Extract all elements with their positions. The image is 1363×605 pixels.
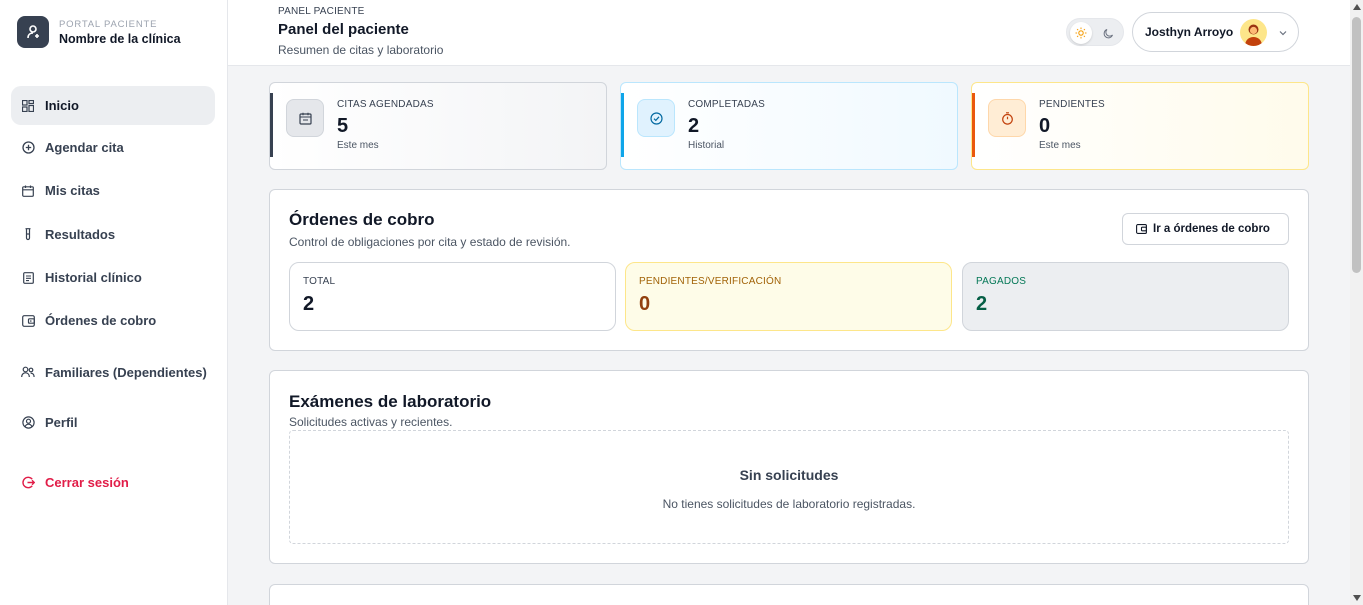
accent-bar: [270, 93, 273, 157]
brand-kicker: PORTAL PACIENTE: [59, 18, 158, 30]
stat-value: 5: [337, 115, 349, 137]
stat-label: CITAS AGENDADAS: [337, 99, 434, 110]
card-value: 0: [639, 293, 651, 315]
sidebar-item-inicio[interactable]: Inicio: [11, 86, 215, 125]
stat-note: Historial: [688, 140, 725, 151]
wallet-icon: [1136, 224, 1147, 234]
logout-label: Cerrar sesión: [45, 475, 129, 490]
lab-title: Exámenes de laboratorio: [289, 392, 492, 411]
sun-icon[interactable]: [1070, 22, 1092, 44]
accent-bar: [972, 93, 975, 157]
plus-circle-icon: [21, 141, 35, 155]
chevron-down-icon: [1278, 25, 1288, 43]
moon-icon[interactable]: [1097, 22, 1119, 44]
sidebar-item-label: Resultados: [45, 227, 116, 242]
stat-card-completadas: COMPLETADAS 2 Historial: [620, 82, 958, 170]
page-subtitle: Resumen de citas y laboratorio: [278, 43, 444, 57]
stat-value: 2: [688, 115, 700, 137]
sidebar-item-resultados[interactable]: Resultados: [11, 215, 215, 254]
topbar: PANEL PACIENTE Panel del paciente Resume…: [228, 0, 1350, 66]
orders-pending-card: PENDIENTES/VERIFICACIÓN 0: [625, 262, 952, 331]
sidebar-item-perfil[interactable]: Perfil: [11, 403, 215, 442]
sidebar-item-historial-clinico[interactable]: Historial clínico: [11, 258, 215, 297]
scroll-thumb[interactable]: [1352, 17, 1361, 273]
check-circle-icon: [637, 99, 675, 137]
stat-label: COMPLETADAS: [688, 99, 766, 110]
breadcrumb: PANEL PACIENTE: [278, 6, 365, 17]
orders-paid-card: PAGADOS 2: [962, 262, 1289, 331]
calendar-icon: [286, 99, 324, 137]
stat-label: PENDIENTES: [1039, 99, 1105, 110]
scroll-down-arrow-icon[interactable]: [1353, 595, 1361, 601]
stat-note: Este mes: [337, 140, 379, 151]
wallet-icon: [21, 314, 35, 328]
orders-panel: Órdenes de cobro Control de obligaciones…: [269, 189, 1309, 351]
sidebar: PORTAL PACIENTE Nombre de la clínica Ini…: [0, 0, 228, 605]
logout-icon: [21, 476, 35, 490]
clinic-logo-icon: [17, 16, 49, 48]
sidebar-item-familiares[interactable]: Familiares (Dependientes): [11, 351, 215, 393]
user-menu[interactable]: Josthyn Arroyo: [1132, 12, 1299, 52]
lab-empty-state: Sin solicitudes No tienes solicitudes de…: [289, 430, 1289, 544]
brand[interactable]: PORTAL PACIENTE Nombre de la clínica: [17, 16, 181, 48]
card-value: 2: [303, 293, 315, 315]
users-icon: [21, 365, 35, 379]
sidebar-item-mis-citas[interactable]: Mis citas: [11, 171, 215, 210]
theme-toggle[interactable]: [1066, 18, 1124, 46]
avatar: [1240, 19, 1267, 46]
accent-bar: [621, 93, 624, 157]
sidebar-item-label: Inicio: [45, 98, 79, 113]
user-circle-icon: [21, 416, 35, 430]
stat-value: 0: [1039, 115, 1051, 137]
logout-button[interactable]: Cerrar sesión: [11, 463, 215, 502]
card-label: PAGADOS: [976, 276, 1027, 287]
lab-subtitle: Solicitudes activas y recientes.: [289, 415, 453, 429]
scrollbar[interactable]: [1350, 0, 1363, 605]
user-name: Josthyn Arroyo: [1145, 25, 1234, 39]
scroll-up-arrow-icon[interactable]: [1353, 4, 1361, 10]
timer-icon: [988, 99, 1026, 137]
sidebar-item-label: Agendar cita: [45, 140, 124, 155]
stat-card-citas-agendadas: CITAS AGENDADAS 5 Este mes: [269, 82, 607, 170]
sidebar-item-label: Perfil: [45, 415, 78, 430]
sidebar-item-label: Historial clínico: [45, 270, 142, 285]
empty-title: Sin solicitudes: [739, 467, 839, 483]
stat-note: Este mes: [1039, 140, 1081, 151]
sidebar-item-agendar-cita[interactable]: Agendar cita: [11, 128, 215, 167]
empty-message: No tienes solicitudes de laboratorio reg…: [662, 497, 916, 511]
card-label: PENDIENTES/VERIFICACIÓN: [639, 276, 782, 287]
sidebar-item-label: Órdenes de cobro: [45, 313, 157, 328]
sidebar-item-label: Mis citas: [45, 183, 100, 198]
stat-card-pendientes: PENDIENTES 0 Este mes: [971, 82, 1309, 170]
page-title: Panel del paciente: [278, 21, 409, 38]
document-icon: [21, 271, 35, 285]
orders-total-card: TOTAL 2: [289, 262, 616, 331]
card-label: TOTAL: [303, 276, 336, 287]
card-value: 2: [976, 293, 988, 315]
dashboard-icon: [21, 99, 35, 113]
orders-title: Órdenes de cobro: [289, 210, 435, 229]
go-to-orders-button[interactable]: Ir a órdenes de cobro: [1122, 213, 1289, 245]
calendar-icon: [21, 184, 35, 198]
orders-subtitle: Control de obligaciones por cita y estad…: [289, 235, 571, 249]
lab-panel: Exámenes de laboratorio Solicitudes acti…: [269, 370, 1309, 564]
clinic-name: Nombre de la clínica: [59, 31, 181, 46]
go-to-orders-label: Ir a órdenes de cobro: [1153, 223, 1270, 235]
sidebar-item-label: Familiares (Dependientes): [45, 364, 207, 380]
sidebar-item-ordenes-de-cobro[interactable]: Órdenes de cobro: [11, 301, 215, 340]
test-tube-icon: [21, 228, 35, 242]
next-panel: [269, 584, 1309, 605]
